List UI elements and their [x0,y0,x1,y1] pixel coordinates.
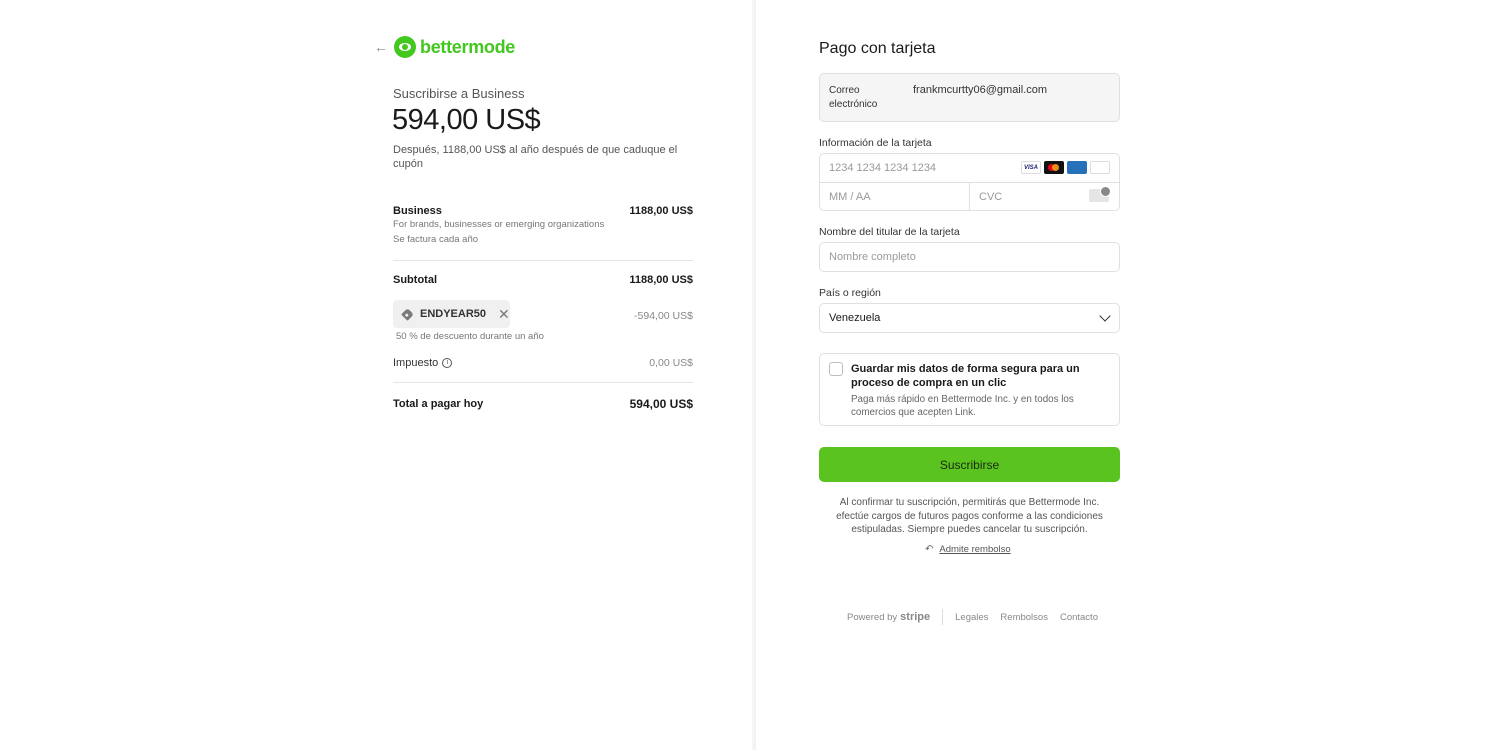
country-value: Venezuela [829,312,881,324]
card-divider [969,183,970,210]
cardholder-field [819,242,1120,272]
save-info-checkbox[interactable] [829,362,843,376]
email-field[interactable]: Correo electrónico frankmcurtty06@gmail.… [819,73,1120,122]
divider [393,260,693,261]
line-item-amount: 1188,00 US$ [629,205,693,217]
coupon-amount: -594,00 US$ [634,310,693,322]
line-item-business: Business For brands, businesses or emerg… [393,205,693,247]
order-summary-pane: ← bettermode Suscribirse a Business 594,… [0,0,755,750]
save-info-title: Guardar mis datos de forma segura para u… [851,363,1080,389]
footer-link-refunds[interactable]: Rembolsos [1000,612,1048,623]
total-label: Total a pagar hoy [393,398,484,410]
subscribe-button[interactable]: Suscribirse [819,447,1120,482]
coupon-code: ENDYEAR50 [420,308,487,320]
info-icon[interactable]: i [442,358,453,368]
tax-amount: 0,00 US$ [649,357,693,369]
brand-name: bettermode [420,36,516,57]
coupon-chip: ENDYEAR50 ✕ [393,300,510,328]
chevron-down-icon [1099,310,1111,322]
remove-coupon-icon[interactable]: ✕ [498,307,510,321]
stripe-logo[interactable]: stripe [900,611,930,623]
line-item-billing: Se factura cada año [393,234,479,245]
email-label: Correo electrónico [829,85,878,110]
visa-icon: VISA [1021,161,1041,174]
divider [393,382,693,383]
refund-row: ↶ Admite rembolso [925,544,1011,555]
price: 594,00 US$ [392,104,541,136]
cvc-card-icon [1089,186,1111,202]
mastercard-icon [1044,161,1064,174]
cardholder-label: Nombre del titular de la tarjeta [819,226,960,238]
tag-icon [401,307,414,321]
save-info-box: Guardar mis datos de forma segura para u… [819,353,1120,426]
footer-divider [942,609,944,625]
powered-by-label: Powered by [847,611,898,623]
country-select[interactable]: Venezuela [819,303,1120,333]
subtotal-amount: 1188,00 US$ [629,274,693,286]
total-amount: 594,00 US$ [629,397,693,411]
country-label: País o región [819,287,881,299]
bettermode-logo-icon [394,36,416,58]
card-number-input[interactable] [829,160,1019,176]
email-value: frankmcurtty06@gmail.com [913,84,1048,96]
card-input-group: VISA [819,153,1120,211]
footer-link-contact[interactable]: Contacto [1060,612,1098,623]
payment-title: Pago con tarjeta [819,40,936,57]
subtotal-row: Subtotal 1188,00 US$ [393,274,693,286]
legal-text: Al confirmar tu suscripción, permitirás … [836,497,1103,535]
subscription-title: Suscribirse a Business [393,86,525,101]
refund-link[interactable]: Admite rembolso [939,544,1010,555]
cardholder-input[interactable] [829,249,1109,265]
line-item-description: For brands, businesses or emerging organ… [393,219,605,230]
footer: Powered by stripe Legales Rembolsos Cont… [847,609,1110,625]
cvc-input[interactable] [979,189,1079,205]
footer-link-legal[interactable]: Legales [955,612,988,623]
coupon-description: 50 % de descuento durante un año [396,331,544,342]
card-brand-logos: VISA [1021,161,1110,174]
undo-arrow-icon: ↶ [925,544,934,555]
expiry-input[interactable] [829,189,959,205]
tax-row: Impuesto i [393,357,453,369]
back-arrow-icon[interactable]: ← [374,40,388,54]
card-info-label: Información de la tarjeta [819,137,932,149]
tax-label: Impuesto [393,357,439,369]
brand-header: ← bettermode [374,36,515,58]
price-note: Después, 1188,00 US$ al año después de q… [393,144,678,170]
save-info-description: Paga más rápido en Bettermode Inc. y en … [851,394,1074,418]
amex-icon [1067,161,1087,174]
discover-icon [1090,161,1110,174]
